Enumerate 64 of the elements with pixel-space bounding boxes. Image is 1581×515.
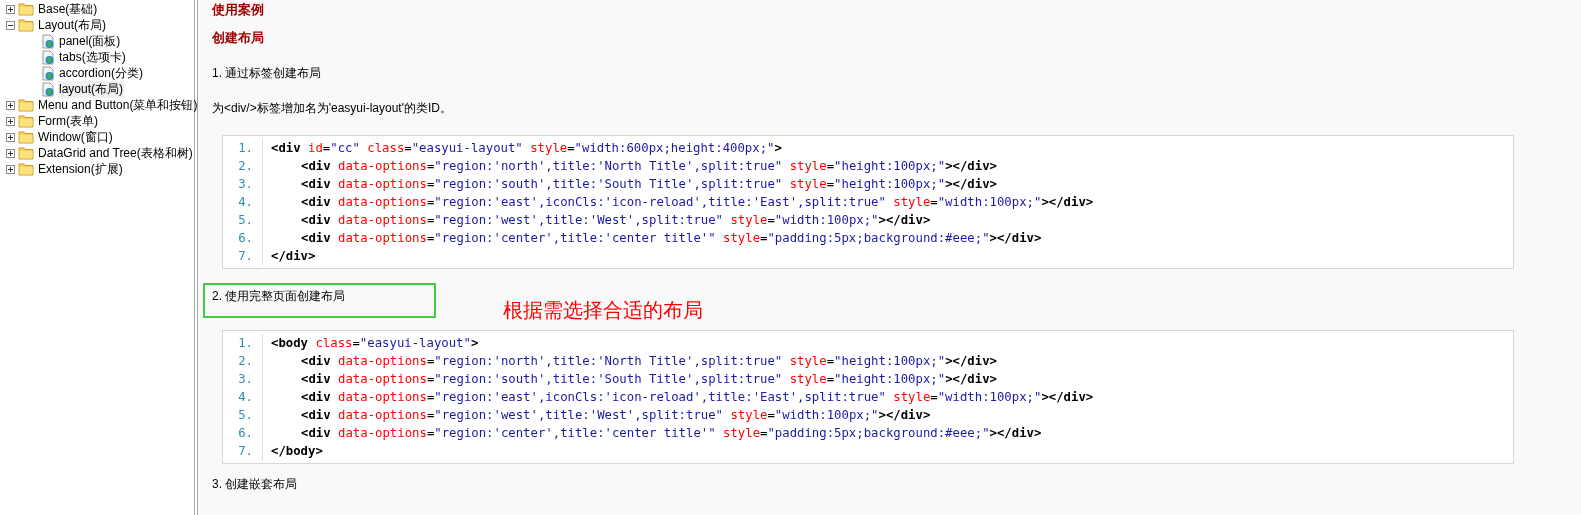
code-line: <div data-options="region:'south',title:'South Title',split:true" style="height:100px;"></div> [300, 372, 997, 386]
folder-icon [18, 146, 34, 160]
tree-item[interactable]: layout(布局) [58, 80, 124, 98]
line-number: 5. [223, 211, 263, 229]
page-globe-icon [42, 65, 56, 81]
tree-item[interactable]: tabs(选项卡) [58, 48, 127, 66]
page-globe-icon [42, 33, 56, 49]
tree-item[interactable]: Form(表单) [37, 112, 99, 130]
code-line: <div data-options="region:'east',iconCls:'icon-reload',title:'East',split:true" style="width:100px;"></div> [300, 195, 1094, 209]
expand-icon[interactable] [6, 100, 15, 110]
folder-icon [18, 114, 34, 128]
code-line: <body class="easyui-layout"> [270, 336, 479, 350]
tree-item[interactable]: Window(窗口) [37, 128, 114, 146]
step-title: 3. 创建嵌套布局 [212, 476, 299, 493]
tree-item[interactable]: accordion(分类) [58, 64, 145, 82]
expand-icon[interactable] [6, 132, 15, 142]
expand-icon[interactable] [6, 164, 15, 174]
tree-item[interactable]: DataGrid and Tree(表格和树) [37, 144, 194, 162]
code-line: </div> [270, 249, 316, 263]
line-number: 1. [223, 334, 263, 352]
folder-icon [18, 98, 34, 112]
step-title: 1. 通过标签创建布局 [212, 65, 323, 82]
folder-icon [18, 2, 34, 16]
page-globe-icon [42, 49, 56, 65]
code-line: <div data-options="region:'east',iconCls:'icon-reload',title:'East',split:true" style="width:100px;"></div> [300, 390, 1094, 404]
line-number: 4. [223, 193, 263, 211]
line-number: 2. [223, 352, 263, 370]
code-line: <div data-options="region:'north',title:'North Title',split:true" style="height:100px;"></div> [300, 354, 997, 368]
code-line: <div id="cc" class="easyui-layout" style="width:600px;height:400px;"> [270, 141, 782, 155]
folder-icon [18, 18, 34, 32]
annotation: 根据需选择合适的布局 [503, 298, 703, 323]
tree-item[interactable]: Extension(扩展) [37, 160, 124, 178]
line-number: 5. [223, 406, 263, 424]
tree-item[interactable]: Base(基础) [37, 0, 99, 18]
code-line: <div data-options="region:'west',title:'West',split:true" style="width:100px;"></div> [300, 408, 931, 422]
step-title: 2. 使用完整页面创建布局 [203, 283, 436, 318]
line-number: 6. [223, 424, 263, 442]
code-line: <div data-options="region:'south',title:'South Title',split:true" style="height:100px;"></div> [300, 177, 997, 191]
expand-icon[interactable] [6, 116, 15, 126]
line-number: 6. [223, 229, 263, 247]
collapse-icon[interactable] [6, 20, 15, 30]
tree-item[interactable]: Menu and Button(菜单和按钮) [37, 96, 199, 114]
line-number: 3. [223, 370, 263, 388]
code-line: <div data-options="region:'center',title:'center title'" style="padding:5px;background:#eee;"></div> [300, 426, 1042, 440]
subtitle: 创建布局 [212, 29, 265, 47]
section-title: 使用案例 [212, 1, 265, 17]
code-line: <div data-options="region:'center',title:'center title'" style="padding:5px;background:#eee;"></div> [300, 231, 1042, 245]
tree-item[interactable]: panel(面板) [58, 32, 122, 50]
folder-icon [18, 130, 34, 144]
code-line: <div data-options="region:'north',title:'North Title',split:true" style="height:100px;"></div> [300, 159, 997, 173]
line-number: 7. [223, 247, 263, 265]
paragraph: 为<div/>标签增加名为'easyui-layout'的类ID。 [212, 100, 453, 117]
code-line: </body> [270, 444, 323, 458]
tree-item[interactable]: Layout(布局) [37, 16, 108, 34]
line-number: 7. [223, 442, 263, 460]
page-globe-icon [42, 81, 56, 97]
line-number: 2. [223, 157, 263, 175]
expand-icon[interactable] [6, 4, 15, 14]
folder-icon [18, 162, 34, 176]
line-number: 4. [223, 388, 263, 406]
line-number: 1. [223, 139, 263, 157]
line-number: 3. [223, 175, 263, 193]
code-line: <div data-options="region:'west',title:'West',split:true" style="width:100px;"></div> [300, 213, 931, 227]
expand-icon[interactable] [6, 148, 15, 158]
